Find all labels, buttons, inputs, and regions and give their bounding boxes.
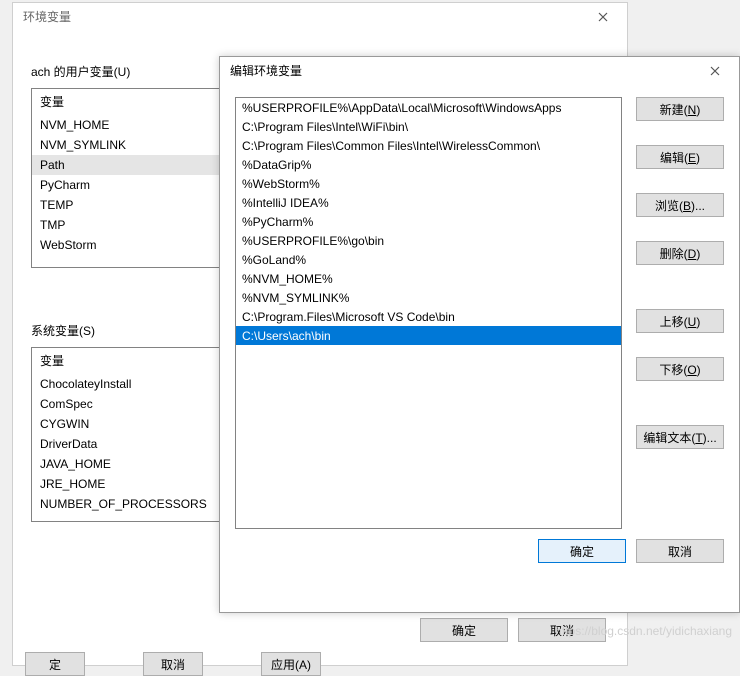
front-cancel-button[interactable]: 取消 [636, 539, 724, 563]
back-title: 环境变量 [23, 8, 71, 25]
path-list[interactable]: %USERPROFILE%\AppData\Local\Microsoft\Wi… [235, 97, 622, 529]
stray-b3[interactable]: 应用(A) [261, 652, 321, 676]
stray-b2[interactable]: 取消 [143, 652, 203, 676]
back-footer: 确定 取消 [420, 618, 606, 642]
path-row[interactable]: %PyCharm% [236, 212, 621, 231]
browse-button[interactable]: 浏览(B)... [636, 193, 724, 217]
path-row[interactable]: %NVM_HOME% [236, 269, 621, 288]
path-row[interactable]: C:\Program.Files\Microsoft VS Code\bin [236, 307, 621, 326]
move-up-button[interactable]: 上移(U) [636, 309, 724, 333]
back-ok-button[interactable]: 确定 [420, 618, 508, 642]
delete-button[interactable]: 删除(D) [636, 241, 724, 265]
front-body: %USERPROFILE%\AppData\Local\Microsoft\Wi… [220, 85, 739, 539]
stray-buttons: 定 取消 应用(A) [25, 652, 321, 676]
close-icon[interactable] [583, 3, 623, 31]
path-row[interactable]: %GoLand% [236, 250, 621, 269]
stray-b1[interactable]: 定 [25, 652, 85, 676]
back-cancel-button[interactable]: 取消 [518, 618, 606, 642]
move-down-button[interactable]: 下移(O) [636, 357, 724, 381]
edit-text-button[interactable]: 编辑文本(T)... [636, 425, 724, 449]
front-title: 编辑环境变量 [230, 62, 302, 79]
front-footer: 确定 取消 [220, 539, 739, 578]
path-row[interactable]: %USERPROFILE%\go\bin [236, 231, 621, 250]
edit-button[interactable]: 编辑(E) [636, 145, 724, 169]
front-close-icon[interactable] [695, 57, 735, 85]
path-row[interactable]: %NVM_SYMLINK% [236, 288, 621, 307]
path-row[interactable]: %DataGrip% [236, 155, 621, 174]
path-row[interactable]: %USERPROFILE%\AppData\Local\Microsoft\Wi… [236, 98, 621, 117]
button-column: 新建(N) 编辑(E) 浏览(B)... 删除(D) 上移(U) 下移(O) 编… [636, 97, 724, 529]
back-titlebar: 环境变量 [13, 3, 627, 31]
edit-env-var-dialog: 编辑环境变量 %USERPROFILE%\AppData\Local\Micro… [219, 56, 740, 613]
path-row[interactable]: C:\Users\ach\bin [236, 326, 621, 345]
path-row[interactable]: C:\Program Files\Intel\WiFi\bin\ [236, 117, 621, 136]
path-row[interactable]: C:\Program Files\Common Files\Intel\Wire… [236, 136, 621, 155]
new-button[interactable]: 新建(N) [636, 97, 724, 121]
path-row[interactable]: %IntelliJ IDEA% [236, 193, 621, 212]
front-titlebar: 编辑环境变量 [220, 57, 739, 85]
front-ok-button[interactable]: 确定 [538, 539, 626, 563]
path-row[interactable]: %WebStorm% [236, 174, 621, 193]
